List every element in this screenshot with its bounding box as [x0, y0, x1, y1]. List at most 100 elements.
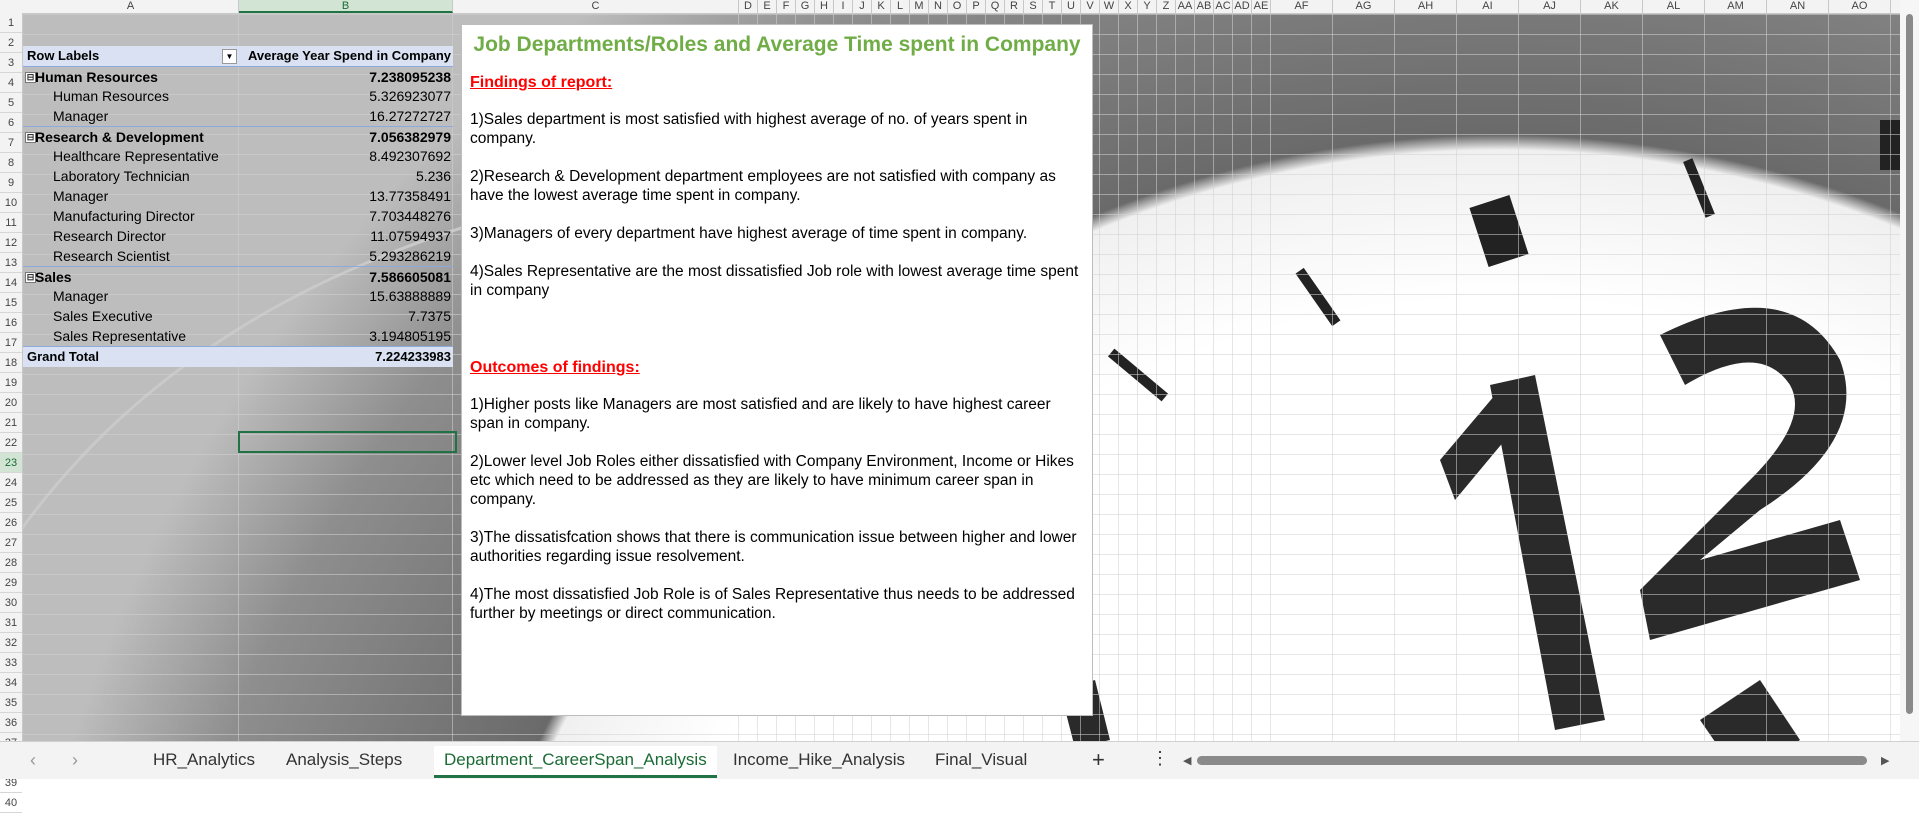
pivot-item-row[interactable]: Healthcare Representative 8.492307692 [23, 146, 453, 166]
column-header-ae[interactable]: AE [1252, 0, 1271, 13]
column-header-a[interactable]: A [23, 0, 239, 13]
sheet-tab-analysis-steps[interactable]: Analysis_Steps [286, 750, 402, 770]
more-sheets-button[interactable]: ⋮ [1151, 748, 1169, 769]
column-header-c[interactable]: C [453, 0, 739, 13]
column-header-l[interactable]: L [891, 0, 910, 13]
row-header-4[interactable]: 4 [0, 73, 22, 93]
column-header-af[interactable]: AF [1271, 0, 1333, 13]
column-header-ah[interactable]: AH [1395, 0, 1457, 13]
row-header-28[interactable]: 28 [0, 553, 22, 573]
column-header-r[interactable]: R [1005, 0, 1024, 13]
next-sheet-button[interactable]: › [72, 750, 78, 771]
row-header-7[interactable]: 7 [0, 133, 22, 153]
column-header-h[interactable]: H [815, 0, 834, 13]
column-header-aa[interactable]: AA [1176, 0, 1195, 13]
row-header-17[interactable]: 17 [0, 333, 22, 353]
column-header-j[interactable]: J [853, 0, 872, 13]
row-header-25[interactable]: 25 [0, 493, 22, 513]
column-header-s[interactable]: S [1024, 0, 1043, 13]
column-header-ac[interactable]: AC [1214, 0, 1233, 13]
column-header-z[interactable]: Z [1157, 0, 1176, 13]
row-header-23[interactable]: 23 [0, 453, 22, 473]
column-header-ag[interactable]: AG [1333, 0, 1395, 13]
column-header-ak[interactable]: AK [1581, 0, 1643, 13]
row-header-18[interactable]: 18 [0, 353, 22, 373]
row-header-16[interactable]: 16 [0, 313, 22, 333]
sheet-tab-department-careerspan-analysis[interactable]: Department_CareerSpan_Analysis [434, 746, 717, 778]
scroll-right-icon[interactable]: ▶ [1881, 754, 1889, 767]
column-header-ao[interactable]: AO [1829, 0, 1891, 13]
vertical-scroll-thumb[interactable] [1906, 14, 1913, 714]
selected-cell[interactable] [238, 431, 457, 453]
row-header-40[interactable]: 40 [0, 793, 22, 813]
column-header-w[interactable]: W [1100, 0, 1119, 13]
row-header-33[interactable]: 33 [0, 653, 22, 673]
row-header-21[interactable]: 21 [0, 413, 22, 433]
row-header-36[interactable]: 36 [0, 713, 22, 733]
column-header-am[interactable]: AM [1705, 0, 1767, 13]
pivot-group-row[interactable]: ⊟ Human Resources 7.238095238 [23, 66, 453, 87]
column-header-b[interactable]: B [239, 0, 453, 13]
row-header-13[interactable]: 13 [0, 253, 22, 273]
row-header-29[interactable]: 29 [0, 573, 22, 593]
add-sheet-button[interactable]: + [1092, 747, 1105, 773]
column-header-q[interactable]: Q [986, 0, 1005, 13]
pivot-item-row[interactable]: Human Resources 5.326923077 [23, 86, 453, 106]
column-header-g[interactable]: G [796, 0, 815, 13]
row-header-5[interactable]: 5 [0, 93, 22, 113]
row-header-35[interactable]: 35 [0, 693, 22, 713]
column-header-d[interactable]: D [739, 0, 758, 13]
row-header-15[interactable]: 15 [0, 293, 22, 313]
column-header-ad[interactable]: AD [1233, 0, 1252, 13]
pivot-item-row[interactable]: Manager 13.77358491 [23, 186, 453, 206]
row-header-14[interactable]: 14 [0, 273, 22, 293]
pivot-item-row[interactable]: Sales Executive 7.7375 [23, 306, 453, 326]
row-header-12[interactable]: 12 [0, 233, 22, 253]
pivot-item-row[interactable]: Laboratory Technician 5.236 [23, 166, 453, 186]
column-header-u[interactable]: U [1062, 0, 1081, 13]
row-header-32[interactable]: 32 [0, 633, 22, 653]
row-header-2[interactable]: 2 [0, 33, 22, 53]
row-header-24[interactable]: 24 [0, 473, 22, 493]
row-header-34[interactable]: 34 [0, 673, 22, 693]
column-header-an[interactable]: AN [1767, 0, 1829, 13]
row-header-20[interactable]: 20 [0, 393, 22, 413]
column-header-e[interactable]: E [758, 0, 777, 13]
row-header-8[interactable]: 8 [0, 153, 22, 173]
row-header-3[interactable]: 3 [0, 53, 22, 73]
column-header-i[interactable]: I [834, 0, 853, 13]
row-header-9[interactable]: 9 [0, 173, 22, 193]
column-header-k[interactable]: K [872, 0, 891, 13]
pivot-group-row[interactable]: ⊟ Research & Development 7.056382979 [23, 126, 453, 147]
column-header-ai[interactable]: AI [1457, 0, 1519, 13]
pivot-item-row[interactable]: Sales Representative 3.194805195 [23, 326, 453, 346]
row-header-26[interactable]: 26 [0, 513, 22, 533]
findings-text-box[interactable]: Job Departments/Roles and Average Time s… [461, 24, 1093, 716]
pivot-item-row[interactable]: Manager 16.27272727 [23, 106, 453, 126]
scroll-left-icon[interactable]: ◀ [1183, 754, 1191, 767]
column-header-aj[interactable]: AJ [1519, 0, 1581, 13]
prev-sheet-button[interactable]: ‹ [30, 750, 36, 771]
sheet-tab-final-visual[interactable]: Final_Visual [935, 750, 1027, 770]
pivot-item-row[interactable]: Research Scientist 5.293286219 [23, 246, 453, 266]
sheet-tab-hr-analytics[interactable]: HR_Analytics [153, 750, 255, 770]
column-header-v[interactable]: V [1081, 0, 1100, 13]
column-header-f[interactable]: F [777, 0, 796, 13]
dropdown-filter-icon[interactable]: ▼ [222, 49, 237, 64]
row-header-6[interactable]: 6 [0, 113, 22, 133]
horizontal-scrollbar[interactable]: ◀ ▶ [1177, 754, 1897, 767]
pivot-group-row[interactable]: ⊟ Sales 7.586605081 [23, 266, 453, 287]
pivot-item-row[interactable]: Manager 15.63888889 [23, 286, 453, 306]
pivot-item-row[interactable]: Research Director 11.07594937 [23, 226, 453, 246]
column-header-al[interactable]: AL [1643, 0, 1705, 13]
row-header-27[interactable]: 27 [0, 533, 22, 553]
column-header-t[interactable]: T [1043, 0, 1062, 13]
horizontal-scroll-thumb[interactable] [1197, 756, 1867, 765]
row-header-11[interactable]: 11 [0, 213, 22, 233]
column-header-ab[interactable]: AB [1195, 0, 1214, 13]
column-header-n[interactable]: N [929, 0, 948, 13]
row-header-1[interactable]: 1 [0, 13, 22, 33]
row-header-19[interactable]: 19 [0, 373, 22, 393]
pivot-item-row[interactable]: Manufacturing Director 7.703448276 [23, 206, 453, 226]
row-header-30[interactable]: 30 [0, 593, 22, 613]
